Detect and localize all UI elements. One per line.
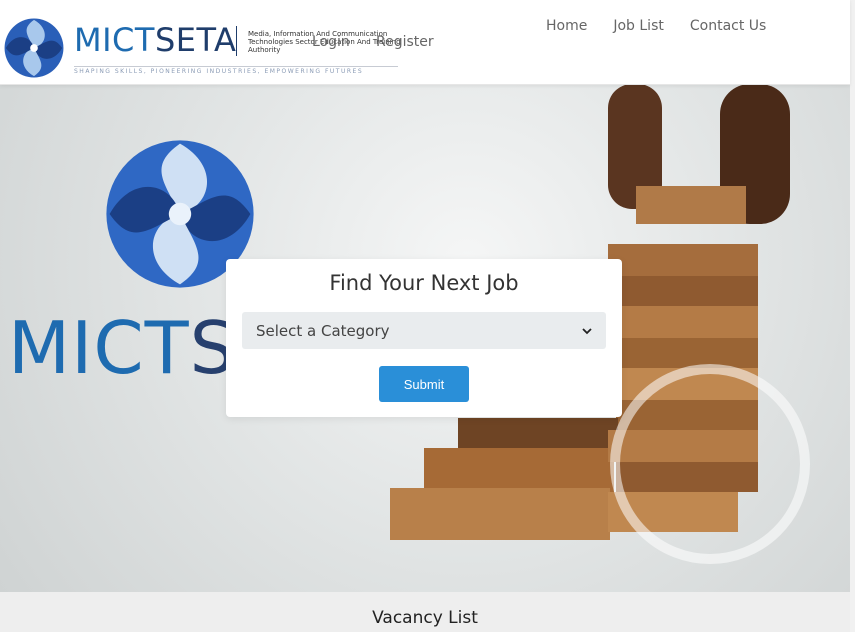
chevron-down-icon [582,327,592,334]
nav-job-list[interactable]: Job List [613,18,664,34]
brand-name: MICTSETA [74,24,236,56]
vacancy-list-title: Vacancy List [372,608,478,628]
vacancy-section: Vacancy List [0,592,850,632]
job-search-card: Find Your Next Job Select a Category Sub… [226,259,622,417]
category-select-value: Select a Category [256,321,390,340]
brand-divider [236,26,237,56]
brand-tagline: SHAPING SKILLS, PIONEERING INDUSTRIES, E… [74,66,398,75]
brand-part-mict: MICT [74,21,155,59]
nav-home[interactable]: Home [546,18,587,34]
brand-part-seta: SETA [154,21,237,59]
page-scrollbar[interactable] [850,0,855,632]
nav-contact-us[interactable]: Contact Us [690,18,766,34]
mictseta-swirl-logo-icon [4,18,64,78]
login-link[interactable]: Login [312,34,350,50]
job-search-title: Find Your Next Job [329,271,519,295]
hero-brand-part-mict: MICT [8,306,190,390]
site-header: MICTSETA Media, Information And Communic… [0,0,850,85]
submit-button[interactable]: Submit [379,366,469,402]
category-select[interactable]: Select a Category [242,312,606,349]
register-link[interactable]: Register [376,34,434,50]
main-nav: Home Job List Contact Us [546,18,766,34]
